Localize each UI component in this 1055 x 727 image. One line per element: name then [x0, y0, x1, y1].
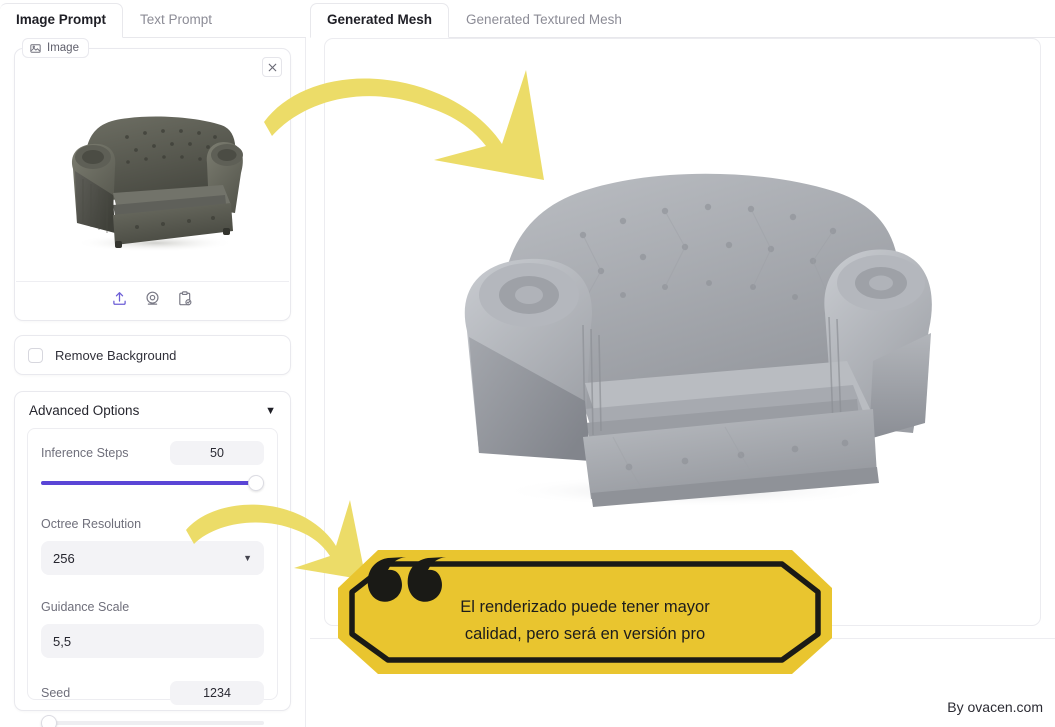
remove-background-label: Remove Background — [55, 347, 177, 363]
guidance-scale-input[interactable]: 5,5 — [41, 624, 264, 658]
octree-resolution-label: Octree Resolution — [41, 517, 142, 531]
inference-steps-slider[interactable] — [41, 474, 264, 492]
field-inference-steps: Inference Steps 50 — [41, 441, 264, 492]
inference-steps-label: Inference Steps — [41, 446, 129, 460]
right-tabbar: Generated Mesh Generated Textured Mesh — [310, 0, 1055, 38]
tab-generated-textured-mesh[interactable]: Generated Textured Mesh — [449, 3, 639, 37]
seed-slider[interactable] — [41, 714, 264, 727]
source-image-preview — [16, 69, 289, 284]
left-panel: Image Remove Background Advanced Options… — [0, 38, 306, 727]
tab-text-prompt[interactable]: Text Prompt — [123, 3, 229, 37]
slider-knob[interactable] — [248, 475, 264, 491]
field-guidance-scale: Guidance Scale 5,5 — [41, 598, 264, 658]
slider-fill — [41, 481, 252, 485]
upload-icon[interactable] — [111, 290, 128, 312]
seed-value[interactable]: 1234 — [170, 681, 264, 705]
watermark: By ovacen.com — [947, 699, 1043, 715]
advanced-options-title: Advanced Options — [29, 403, 140, 418]
advanced-options-card: Advanced Options ▼ Inference Steps 50 Oc… — [14, 391, 291, 727]
image-tools — [16, 281, 289, 319]
mesh-viewer-card[interactable] — [324, 38, 1041, 626]
app-root: Image Prompt Text Prompt Generated Mesh … — [0, 0, 1055, 727]
field-octree-resolution: Octree Resolution 256 ▼ — [41, 515, 264, 575]
armchair-photo — [71, 116, 243, 252]
guidance-scale-value: 5,5 — [53, 633, 72, 649]
image-badge: Image — [22, 38, 89, 58]
mesh-viewport[interactable] — [325, 39, 1040, 625]
chevron-down-icon[interactable]: ▼ — [243, 553, 252, 563]
chevron-down-icon[interactable]: ▼ — [265, 405, 276, 417]
octree-resolution-select[interactable]: 256 ▼ — [41, 541, 264, 575]
generated-mesh-armchair — [464, 173, 932, 507]
advanced-options-header[interactable]: Advanced Options ▼ — [27, 403, 278, 428]
left-tabbar: Image Prompt Text Prompt — [0, 0, 306, 38]
tab-generated-mesh[interactable]: Generated Mesh — [310, 2, 450, 38]
image-prompt-card: Image — [14, 38, 291, 321]
remove-background-checkbox[interactable] — [28, 347, 43, 363]
inference-steps-value[interactable]: 50 — [170, 441, 264, 465]
tab-image-prompt[interactable]: Image Prompt — [0, 2, 124, 38]
webcam-icon[interactable] — [144, 290, 161, 312]
slider-knob[interactable] — [41, 715, 57, 727]
slider-track — [41, 721, 264, 725]
right-panel — [310, 38, 1055, 727]
field-seed: Seed 1234 — [41, 681, 264, 727]
content-divider — [310, 638, 1055, 639]
remove-background-row[interactable]: Remove Background — [14, 335, 291, 375]
octree-resolution-value: 256 — [53, 550, 75, 566]
guidance-scale-label: Guidance Scale — [41, 600, 130, 614]
seed-label: Seed — [41, 686, 71, 700]
paste-clipboard-icon[interactable] — [177, 290, 194, 312]
advanced-options-body: Inference Steps 50 Octree Resolution 256 — [27, 428, 278, 727]
image-badge-label: Image — [47, 42, 79, 54]
image-icon — [30, 43, 41, 54]
